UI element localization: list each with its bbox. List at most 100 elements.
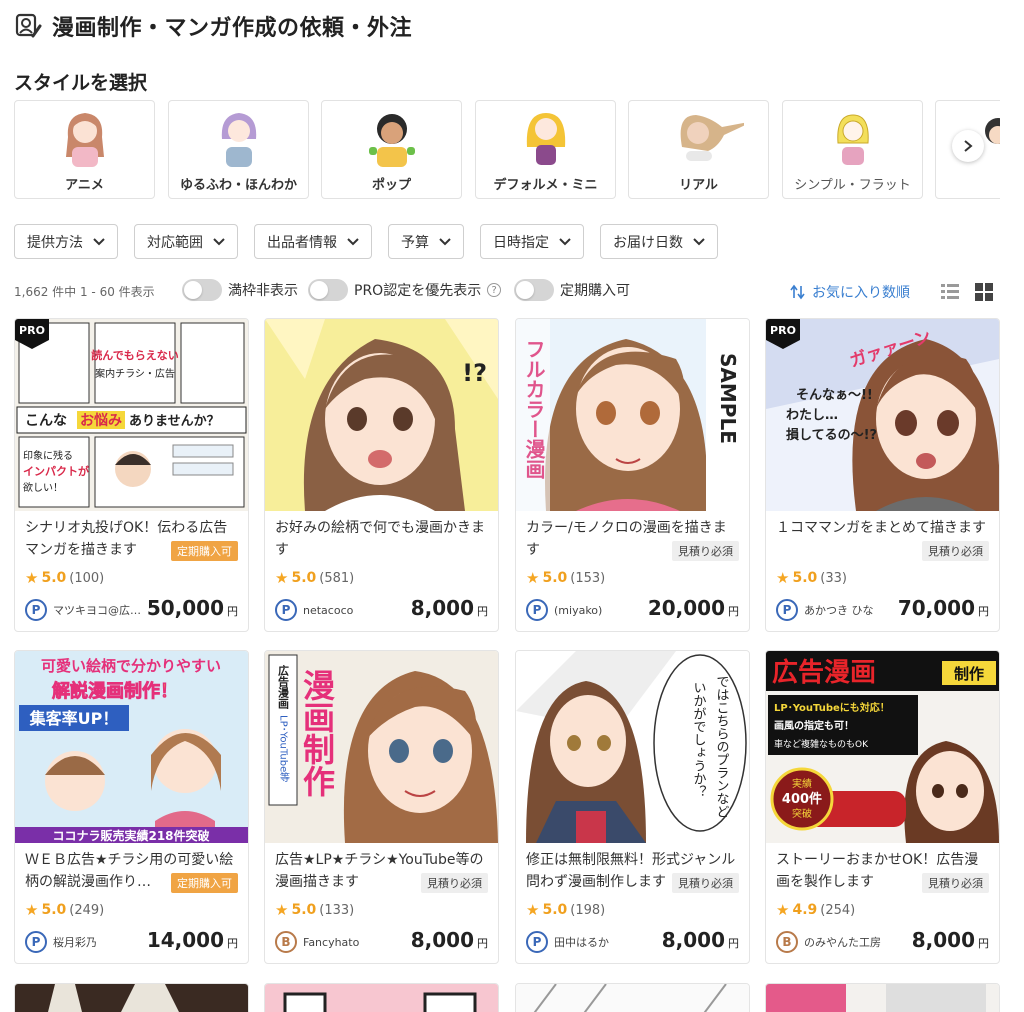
filter-scope[interactable]: 対応範囲 [134, 224, 238, 259]
thumb-text: ココナラ販売実績218件突破 [52, 828, 209, 843]
manga-category-icon [15, 13, 42, 38]
service-thumbnail[interactable]: ではこちらのプランなど いかがでしょうか？ [516, 651, 749, 843]
service-thumbnail[interactable]: 広告漫画 制作 LP･YouTubeにも対応！ 画風の指定も可！ 車など複雑なも… [766, 651, 999, 843]
filter-delivery-days[interactable]: お届け日数 [600, 224, 718, 259]
thumb-text: ありませんか？ [129, 414, 220, 429]
seller-info[interactable]: B Fancyhato [275, 931, 395, 953]
chevron-down-icon [559, 237, 571, 245]
price: 8,000 円 [912, 928, 989, 952]
thumb-text: 400件 [782, 791, 822, 807]
list-view-icon[interactable] [940, 282, 960, 302]
page-header: 漫画制作・マンガ作成の依頼・外注 [14, 10, 412, 42]
review-count: (133) [319, 902, 355, 918]
service-card[interactable]: ガァァーン そんなぁ～!! わたし… 損してるの～!? PRO １コママンガをま… [765, 318, 1000, 632]
seller-name: あかつき ひな [804, 604, 874, 617]
style-card-pop[interactable]: ポップ [321, 100, 462, 199]
price-unit: 円 [227, 605, 238, 618]
service-title[interactable]: お好みの絵柄で何でも漫画かきます [275, 517, 488, 561]
chevron-down-icon [439, 237, 451, 245]
toggle-hide-full[interactable]: 満枠非表示 [182, 279, 298, 301]
filter-delivery-method[interactable]: 提供方法 [14, 224, 118, 259]
rating: ★ 5.0 (198) [526, 901, 605, 919]
style-label: リアル [679, 178, 718, 193]
service-thumbnail [516, 984, 749, 1012]
thumb-text: 可愛い絵柄で分かりやすい [41, 657, 221, 675]
service-card[interactable]: 広告漫画 漫画制作 LP･YouTube等 広告★LP★チラシ★YouTube等… [264, 650, 499, 964]
price-value: 8,000 [410, 596, 474, 620]
rating-score: 5.0 [291, 902, 317, 918]
service-card[interactable] [264, 983, 499, 1012]
rating: ★ 5.0 (133) [275, 901, 354, 919]
seller-info[interactable]: P 桜月彩乃 [25, 931, 145, 953]
service-card[interactable] [765, 983, 1000, 1012]
sort-selector[interactable]: お気に入り数順 [790, 282, 910, 302]
platinum-rank-icon: P [25, 931, 47, 953]
service-card[interactable]: フルカラー漫画 SAMPLE カラー/モノクロの漫画を描きます 見積り必須 ★ 5… [515, 318, 750, 632]
toggle-switch[interactable] [514, 279, 554, 301]
seller-name: 桜月彩乃 [53, 936, 97, 949]
deformed-style-icon [526, 113, 565, 165]
filter-label: お届け日数 [613, 234, 683, 251]
toggle-subscription[interactable]: 定期購入可 [514, 279, 630, 301]
service-thumbnail[interactable]: フルカラー漫画 SAMPLE [516, 319, 749, 511]
carousel-next-button[interactable] [952, 130, 984, 162]
rating-score: 5.0 [291, 570, 317, 586]
service-thumbnail[interactable]: 読んでもらえない 案内チラシ・広告 こんな お悩み ありませんか？ 印象に残る … [15, 319, 248, 511]
price-value: 8,000 [911, 928, 975, 952]
service-card[interactable]: 可愛い絵柄で分かりやすい 解説漫画制作！ 集客率UP！ ココナラ販売実績218件… [14, 650, 249, 964]
subscription-badge: 定期購入可 [171, 873, 238, 893]
help-icon[interactable]: ? [487, 283, 502, 297]
toggle-switch[interactable] [308, 279, 348, 301]
service-card[interactable]: 読んでもらえない 案内チラシ・広告 こんな お悩み ありませんか？ 印象に残る … [14, 318, 249, 632]
chevron-right-icon [964, 140, 973, 152]
review-count: (153) [570, 570, 606, 586]
seller-info[interactable]: P あかつき ひな [776, 599, 896, 621]
thumb-text: 突破 [792, 807, 812, 820]
platinum-rank-icon: P [526, 931, 548, 953]
filter-budget[interactable]: 予算 [388, 224, 464, 259]
pop-style-icon [368, 114, 415, 167]
service-thumbnail[interactable]: ガァァーン そんなぁ～!! わたし… 損してるの～!? [766, 319, 999, 511]
filter-label: 予算 [401, 234, 429, 251]
style-card-deformed[interactable]: デフォルメ・ミニ [475, 100, 616, 199]
thumb-text: SAMPLE [716, 353, 740, 444]
review-count: (33) [820, 570, 847, 586]
seller-info[interactable]: B のみやんた工房 [776, 931, 896, 953]
toggle-switch[interactable] [182, 279, 222, 301]
thumb-text: 欲しい！ [23, 481, 63, 494]
price-unit: 円 [477, 605, 488, 618]
style-card-real[interactable]: リアル [628, 100, 769, 199]
thumb-text: LP･YouTube等 [278, 715, 290, 782]
star-icon: ★ [776, 569, 790, 587]
service-card[interactable]: !? お好みの絵柄で何でも漫画かきます ★ 5.0 (581) Pnetacoco … [264, 318, 499, 632]
service-card[interactable] [14, 983, 249, 1012]
seller-info[interactable]: Pnetacoco [275, 599, 395, 621]
rating: ★ 5.0 (33) [776, 569, 847, 587]
service-card[interactable]: 広告漫画 制作 LP･YouTubeにも対応！ 画風の指定も可！ 車など複雑なも… [765, 650, 1000, 964]
price-value: 14,000 [146, 928, 224, 952]
filter-datetime[interactable]: 日時指定 [480, 224, 584, 259]
toggle-pro-priority[interactable]: PRO認定を優先表示 ? [308, 279, 502, 301]
service-thumbnail[interactable]: !? [265, 319, 498, 511]
seller-name: 田中はるか [554, 936, 609, 949]
service-card[interactable] [515, 983, 750, 1012]
style-card-anime[interactable]: アニメ [14, 100, 155, 199]
chevron-down-icon [693, 237, 705, 245]
style-label: デフォルメ・ミニ [493, 178, 598, 193]
seller-info[interactable]: P (miyako) [526, 599, 646, 621]
style-label: レ [976, 174, 1000, 193]
platinum-rank-icon: P [275, 599, 297, 621]
service-card[interactable]: ではこちらのプランなど いかがでしょうか？ 修正は無制限無料！形式ジャンル問わず… [515, 650, 750, 964]
service-thumbnail[interactable]: 可愛い絵柄で分かりやすい 解説漫画制作！ 集客率UP！ ココナラ販売実績218件… [15, 651, 248, 843]
grid-view-icon[interactable] [974, 282, 994, 302]
seller-info[interactable]: P 田中はるか [526, 931, 646, 953]
price-value: 8,000 [410, 928, 474, 952]
style-card-simple[interactable]: シンプル・フラット [782, 100, 923, 199]
service-thumbnail[interactable]: 広告漫画 漫画制作 LP･YouTube等 [265, 651, 498, 843]
filter-seller-info[interactable]: 出品者情報 [254, 224, 372, 259]
seller-info[interactable]: P マツキヨコ@広… [25, 599, 145, 621]
toggle-label: 満枠非表示 [228, 283, 298, 299]
thumb-text: いかがでしょうか？ [691, 681, 707, 798]
price-value: 70,000 [897, 596, 975, 620]
style-card-yurufuwa[interactable]: ゆるふわ・ほんわか [168, 100, 309, 199]
